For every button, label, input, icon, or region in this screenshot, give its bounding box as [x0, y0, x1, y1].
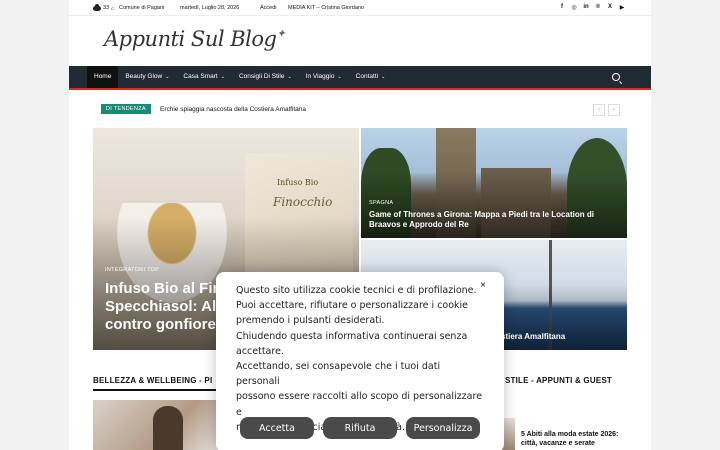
nav-label: Beauty Glow [125, 73, 163, 80]
post-title[interactable]: 5 Abiti alla moda estate 2026: città, va… [521, 430, 633, 448]
chevron-left-icon[interactable]: ‹ [593, 104, 605, 116]
trending-arrows: ‹ › [593, 104, 620, 116]
post-title[interactable]: Game of Thrones a Girona: Mappa a Piedi … [369, 210, 619, 230]
section-divider [93, 389, 220, 391]
cookie-text-line: premendo i pulsanti desiderati. [236, 315, 385, 327]
nav-item-contatti[interactable]: Contatti ⌄ [349, 66, 393, 88]
cookie-text-line: Questo sito utilizza cookie tecnici e di… [236, 285, 477, 296]
instagram-icon[interactable]: ◎ [571, 4, 577, 11]
chevron-down-icon: ⌄ [337, 74, 342, 80]
cookie-text: Questo sito utilizza cookie tecnici e di… [236, 283, 486, 435]
nav-label: In Viaggio [305, 73, 335, 80]
logo-text: Appunti Sul Blog [104, 27, 277, 51]
nav-label: Home [94, 73, 112, 80]
cloud-icon [93, 3, 101, 11]
chevron-right-icon[interactable]: › [608, 104, 620, 116]
login-link[interactable]: Accedi [260, 5, 277, 11]
nav-item-consigli-di-stile[interactable]: Consigli Di Stile ⌄ [232, 66, 299, 88]
nav-label: Casa Smart [183, 73, 218, 80]
main-nav: Home Beauty Glow ⌄ Casa Smart ⌄ Consigli D… [69, 66, 651, 90]
post-category[interactable]: INTEGRATORI TOP [105, 267, 159, 273]
cookie-text-line: Puoi accettare, rifiutare o personalizza… [236, 300, 469, 312]
cookie-consent-dialog: × Questo sito utilizza cookie tecnici e … [216, 272, 504, 450]
chevron-down-icon: ⌄ [381, 74, 386, 80]
weather-widget: 33 C Comune di Pagani [93, 3, 165, 11]
top-bar: 33 C Comune di Pagani martedì, Luglio 28,… [69, 0, 651, 16]
section-title-text: BELLEZZA & WELLBEING - PI [93, 376, 213, 385]
nav-label: Consigli Di Stile [238, 73, 285, 80]
trending-bar: DI TENDENZA Erchie spiaggia nascosta del… [69, 101, 651, 119]
site-header: Appunti Sul Blog✦ [69, 17, 651, 66]
cookie-text-line: Accettando, sei consapevole che i tuoi d… [236, 361, 441, 388]
customize-button[interactable]: Personalizza [406, 417, 480, 439]
x-icon[interactable]: X [607, 4, 613, 11]
media-kit-link[interactable]: MEDIA KIT – Cristina Giordano [288, 5, 364, 11]
weather-location: Comune di Pagani [119, 5, 165, 11]
trending-headline[interactable]: Erchie spiaggia nascosta della Costiera … [160, 106, 306, 113]
nav-item-casa-smart[interactable]: Casa Smart ⌄ [176, 66, 232, 88]
post-thumbnail[interactable] [93, 400, 220, 450]
hero-top-right-post[interactable]: SPAGNA Game of Thrones a Girona: Mappa a… [361, 128, 627, 238]
chevron-down-icon: ⌄ [220, 74, 225, 80]
box-label: Infuso Bio [277, 178, 319, 187]
accept-button[interactable]: Accetta [240, 417, 314, 439]
site-logo[interactable]: Appunti Sul Blog✦ [104, 27, 286, 51]
trending-badge: DI TENDENZA [101, 104, 151, 114]
cookie-buttons: Accetta Rifiuta Personalizza [240, 417, 480, 439]
star-icon: ✦ [276, 27, 286, 40]
person-image [153, 406, 183, 450]
section-title-stile[interactable]: STILE - APPUNTI & GUEST [505, 376, 612, 385]
cookie-text-line: accettare. [236, 345, 284, 357]
chevron-down-icon: ⌄ [165, 74, 170, 80]
chevron-down-icon: ⌄ [287, 74, 292, 80]
pinterest-icon[interactable]: ℗ [595, 4, 601, 11]
post-title[interactable]: stiera Amalfitana [501, 332, 565, 341]
facebook-icon[interactable]: f [559, 4, 565, 11]
reject-button[interactable]: Rifiuta [323, 417, 397, 439]
section-title-bellezza[interactable]: BELLEZZA & WELLBEING - PI [93, 376, 212, 385]
temperature-unit: C [111, 5, 115, 11]
nav-item-in-viaggio[interactable]: In Viaggio ⌄ [299, 66, 349, 88]
box-label-italic: Finocchio [273, 195, 333, 209]
social-links: f ◎ in ℗ X ▶ [559, 4, 625, 11]
search-icon[interactable] [612, 73, 620, 81]
current-date: martedì, Luglio 28, 2026 [180, 5, 240, 11]
nav-item-home[interactable]: Home [87, 66, 119, 88]
youtube-icon[interactable]: ▶ [619, 4, 625, 11]
cookie-text-line: Chiudendo questa informativa continuerai… [236, 330, 468, 342]
post-category[interactable]: SPAGNA [369, 200, 393, 206]
linkedin-icon[interactable]: in [583, 4, 589, 11]
cookie-text-line: possono essere raccolti allo scopo di pe… [236, 391, 483, 418]
temperature: 33 [103, 5, 110, 11]
nav-label: Contatti [355, 73, 379, 80]
nav-item-beauty-glow[interactable]: Beauty Glow ⌄ [118, 66, 176, 88]
